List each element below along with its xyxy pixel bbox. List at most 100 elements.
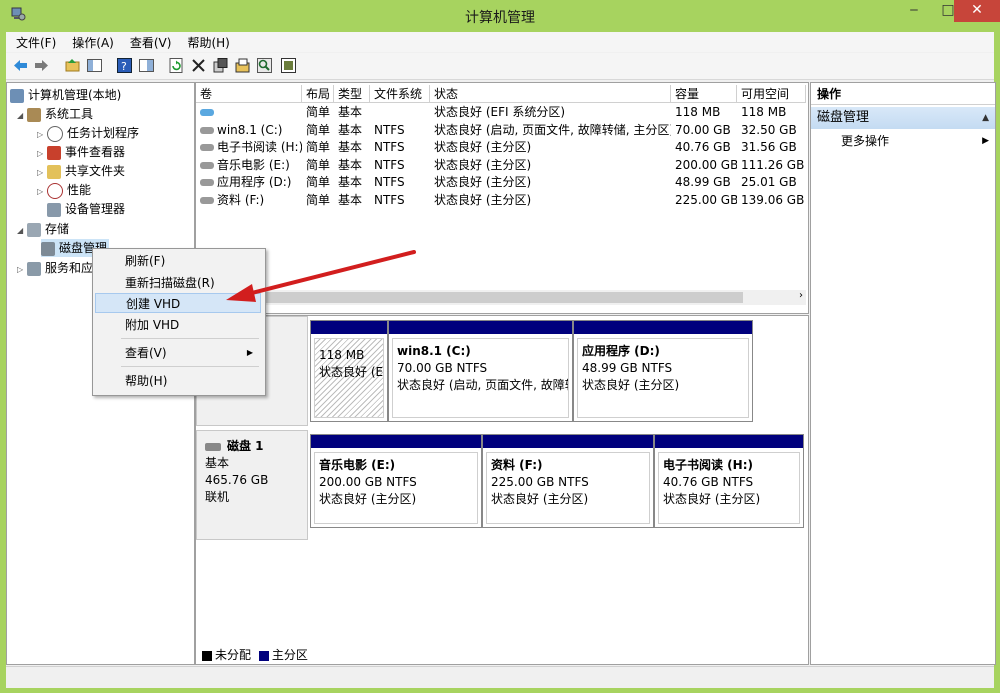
collapsed-arrow-icon[interactable]: ▷ bbox=[37, 164, 47, 182]
menu-action[interactable]: 操作(A) bbox=[66, 32, 120, 51]
cell-text: 简单 bbox=[306, 140, 331, 154]
tree-label-shared-folders: 共享文件夹 bbox=[65, 164, 126, 178]
menu-item-create-vhd[interactable]: 创建 VHD bbox=[95, 293, 261, 313]
menu-separator bbox=[121, 366, 259, 367]
forward-icon[interactable] bbox=[33, 57, 50, 74]
column-header-capacity[interactable]: 容量 bbox=[671, 85, 737, 103]
menu-item-refresh[interactable]: 刷新(F) bbox=[95, 251, 261, 271]
collapsed-arrow-icon[interactable]: ▷ bbox=[17, 261, 27, 279]
menu-item-rescan-disks[interactable]: 重新扫描磁盘(R) bbox=[95, 273, 261, 293]
properties-pane-icon[interactable] bbox=[138, 57, 155, 74]
cell-text: 32.50 GB bbox=[741, 122, 797, 137]
disk-1-type: 基本 bbox=[205, 456, 230, 470]
column-header-volume[interactable]: 卷 bbox=[196, 85, 302, 103]
column-header-type[interactable]: 类型 bbox=[334, 85, 370, 103]
scrollbar-thumb[interactable] bbox=[197, 292, 743, 303]
cell-text: 48.99 GB bbox=[675, 175, 731, 189]
tree-node-device-manager[interactable]: 设备管理器 bbox=[47, 200, 125, 218]
cell-text: NTFS bbox=[374, 175, 405, 189]
expanded-arrow-icon[interactable]: ◢ bbox=[17, 222, 27, 240]
open-icon[interactable] bbox=[234, 57, 251, 74]
tools-icon bbox=[27, 107, 41, 122]
column-header-layout[interactable]: 布局 bbox=[302, 85, 334, 103]
tree-label-services: 服务和应 bbox=[45, 261, 94, 275]
cell-free: 118 MB bbox=[741, 104, 805, 121]
cell-capacity: 40.76 GB bbox=[675, 139, 737, 156]
cell-fs: NTFS bbox=[374, 122, 430, 139]
partition-efi[interactable]: 118 MB 状态良好 (EFI bbox=[310, 320, 388, 422]
cell-type: 基本 bbox=[338, 174, 372, 191]
cell-text: 70.00 GB bbox=[675, 122, 731, 137]
partition-name: 电子书阅读 (H:) bbox=[663, 458, 753, 472]
cell-text: 31.56 GB bbox=[741, 140, 797, 154]
table-row[interactable]: 音乐电影 (E:) 简单 基本 NTFS 状态良好 (主分区) 200.00 GB 111.… bbox=[196, 157, 806, 174]
partition-e[interactable]: 音乐电影 (E:) 200.00 GB NTFS 状态良好 (主分区) bbox=[310, 434, 482, 528]
tree-node-shared-folders[interactable]: ▷ 共享文件夹 bbox=[37, 162, 125, 180]
delete-icon[interactable] bbox=[190, 57, 207, 74]
properties-icon[interactable] bbox=[212, 57, 229, 74]
table-row[interactable]: 简单 基本 状态良好 (EFI 系统分区) 118 MB 118 MB bbox=[196, 104, 806, 121]
wizard-icon[interactable] bbox=[280, 57, 297, 74]
tree-node-system-tools[interactable]: ◢ 系统工具 bbox=[17, 105, 93, 123]
menu-item-help[interactable]: 帮助(H) bbox=[95, 371, 261, 391]
tree-node-services[interactable]: ▷ 服务和应 bbox=[17, 259, 93, 277]
menu-view[interactable]: 查看(V) bbox=[124, 32, 178, 51]
more-actions-item[interactable]: 更多操作 ▶ bbox=[811, 131, 995, 151]
cell-text: 简单 bbox=[306, 175, 331, 189]
partition-d[interactable]: 应用程序 (D:) 48.99 GB NTFS 状态良好 (主分区) bbox=[573, 320, 753, 422]
partition-f[interactable]: 资料 (F:) 225.00 GB NTFS 状态良好 (主分区) bbox=[482, 434, 654, 528]
cell-text: 状态良好 (EFI 系统分区) bbox=[434, 105, 566, 119]
back-icon[interactable] bbox=[12, 57, 29, 74]
tree-label-root: 计算机管理(本地) bbox=[28, 88, 122, 102]
actions-section-disk-management[interactable]: 磁盘管理 ▲ bbox=[811, 107, 995, 129]
up-folder-icon[interactable] bbox=[64, 57, 81, 74]
collapsed-arrow-icon[interactable]: ▷ bbox=[37, 145, 47, 163]
cell-type: 基本 bbox=[338, 104, 372, 121]
refresh-icon[interactable] bbox=[168, 57, 185, 74]
title-bar[interactable]: 计算机管理 ‒ □ ✕ bbox=[0, 0, 1000, 32]
close-button[interactable]: ✕ bbox=[954, 0, 1000, 22]
menu-item-attach-vhd[interactable]: 附加 VHD bbox=[95, 315, 261, 335]
cell-capacity: 70.00 GB bbox=[675, 122, 737, 139]
cell-name: 应用程序 (D:) bbox=[200, 174, 302, 191]
table-row[interactable]: win8.1 (C:) 简单 基本 NTFS 状态良好 (启动, 页面文件, 故障转储,… bbox=[196, 122, 806, 139]
column-header-free-space[interactable]: 可用空间 bbox=[737, 85, 806, 103]
column-header-filesystem[interactable]: 文件系统 bbox=[370, 85, 430, 103]
menu-separator bbox=[121, 338, 259, 339]
tree-node-storage[interactable]: ◢ 存储 bbox=[17, 220, 69, 238]
cell-text: 基本 bbox=[338, 105, 363, 119]
show-hide-tree-icon[interactable] bbox=[86, 57, 103, 74]
menu-file[interactable]: 文件(F) bbox=[10, 32, 62, 51]
table-row[interactable]: 电子书阅读 (H:) 简单 基本 NTFS 状态良好 (主分区) 40.76 GB 31.5… bbox=[196, 139, 806, 156]
cell-capacity: 118 MB bbox=[675, 104, 737, 121]
menu-item-view[interactable]: 查看(V) ▶ bbox=[95, 343, 261, 363]
cell-type: 基本 bbox=[338, 192, 372, 209]
table-row[interactable]: 应用程序 (D:) 简单 基本 NTFS 状态良好 (主分区) 48.99 GB 25.01… bbox=[196, 174, 806, 191]
horizontal-scrollbar[interactable]: › bbox=[196, 290, 806, 305]
scroll-right-icon[interactable]: › bbox=[799, 290, 803, 301]
cell-layout: 简单 bbox=[306, 174, 336, 191]
minimize-button[interactable]: ‒ bbox=[896, 0, 932, 22]
expanded-arrow-icon[interactable]: ◢ bbox=[17, 107, 27, 125]
tree-node-event-viewer[interactable]: ▷ 事件查看器 bbox=[37, 143, 125, 161]
disk-1-label[interactable]: 磁盘 1 基本 465.76 GB 联机 bbox=[196, 430, 308, 540]
collapsed-arrow-icon[interactable]: ▷ bbox=[37, 126, 47, 144]
partition-size: 48.99 GB NTFS bbox=[582, 361, 673, 375]
cell-fs: NTFS bbox=[374, 157, 430, 174]
partition-c[interactable]: win8.1 (C:) 70.00 GB NTFS 状态良好 (启动, 页面文件… bbox=[388, 320, 573, 422]
column-header-status[interactable]: 状态 bbox=[430, 85, 671, 103]
collapsed-arrow-icon[interactable]: ▷ bbox=[37, 183, 47, 201]
cell-text: 40.76 GB bbox=[675, 140, 731, 154]
cell-text: 状态良好 (启动, 页面文件, 故障转储, 主分区) bbox=[434, 122, 671, 137]
volume-list[interactable]: 卷 布局 类型 文件系统 状态 容量 可用空间 简单 基本 状态良好 (EFI 系统… bbox=[195, 82, 809, 314]
tree-node-root[interactable]: 计算机管理(本地) bbox=[10, 86, 121, 104]
help-icon[interactable]: ? bbox=[116, 57, 133, 74]
tree-node-performance[interactable]: ▷ 性能 bbox=[37, 181, 91, 199]
menu-help[interactable]: 帮助(H) bbox=[181, 32, 235, 51]
search-icon[interactable] bbox=[256, 57, 273, 74]
tree-node-task-scheduler[interactable]: ▷ 任务计划程序 bbox=[37, 124, 139, 142]
table-row[interactable]: 资料 (F:) 简单 基本 NTFS 状态良好 (主分区) 225.00 GB 139.06… bbox=[196, 192, 806, 209]
collapse-arrow-icon[interactable]: ▲ bbox=[982, 107, 989, 129]
cell-text: NTFS bbox=[374, 140, 405, 154]
partition-h[interactable]: 电子书阅读 (H:) 40.76 GB NTFS 状态良好 (主分区) bbox=[654, 434, 804, 528]
